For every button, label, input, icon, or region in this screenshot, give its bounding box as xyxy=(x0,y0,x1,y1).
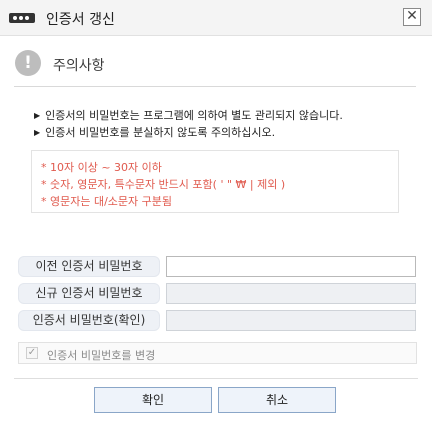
ok-button[interactable]: 확인 xyxy=(94,387,212,413)
notice-line: ▶ 인증서 비밀번호를 분실하지 않도록 주의하십시오. xyxy=(34,124,275,140)
exclamation-icon: ! xyxy=(15,50,41,76)
footer-divider xyxy=(14,378,418,379)
notice-title: 주의사항 xyxy=(53,58,105,74)
new-password-label: 신규 인증서 비밀번호 xyxy=(18,283,160,304)
confirm-password-input[interactable] xyxy=(166,310,416,331)
notice-line: ▶ 인증서의 비밀번호는 프로그램에 의하여 별도 관리되지 않습니다. xyxy=(34,107,343,123)
password-rule: * 영문자는 대/소문자 구분됨 xyxy=(41,195,173,208)
new-password-input[interactable] xyxy=(166,283,416,304)
bullet-arrow-icon: ▶ xyxy=(34,128,41,137)
title-bar: 인증서 갱신 ✕ xyxy=(0,0,432,36)
bullet-arrow-icon: ▶ xyxy=(34,111,41,120)
divider xyxy=(14,86,416,87)
change-password-label: 인증서 비밀번호를 변경 xyxy=(47,349,156,362)
change-password-checkbox[interactable]: ✓ xyxy=(26,347,38,359)
close-button[interactable]: ✕ xyxy=(403,8,421,26)
notice-line-text: 인증서 비밀번호를 분실하지 않도록 주의하십시오. xyxy=(45,126,276,139)
notice-line-text: 인증서의 비밀번호는 프로그램에 의하여 별도 관리되지 않습니다. xyxy=(45,109,343,122)
old-password-label: 이전 인증서 비밀번호 xyxy=(18,256,160,277)
password-rules-box: * 10자 이상 ~ 30자 이하 * 숫자, 영문자, 특수문자 반드시 포함… xyxy=(31,150,399,213)
confirm-password-label: 인증서 비밀번호(확인) xyxy=(18,310,160,331)
password-rule: * 숫자, 영문자, 특수문자 반드시 포함( ' " ₩ | 제외 ) xyxy=(41,178,286,191)
cancel-button[interactable]: 취소 xyxy=(218,387,336,413)
password-rule: * 10자 이상 ~ 30자 이하 xyxy=(41,161,162,174)
change-password-option[interactable]: ✓ 인증서 비밀번호를 변경 xyxy=(18,342,417,364)
old-password-input[interactable] xyxy=(166,256,416,277)
certificate-card-icon xyxy=(9,13,35,23)
window-title: 인증서 갱신 xyxy=(46,12,115,28)
